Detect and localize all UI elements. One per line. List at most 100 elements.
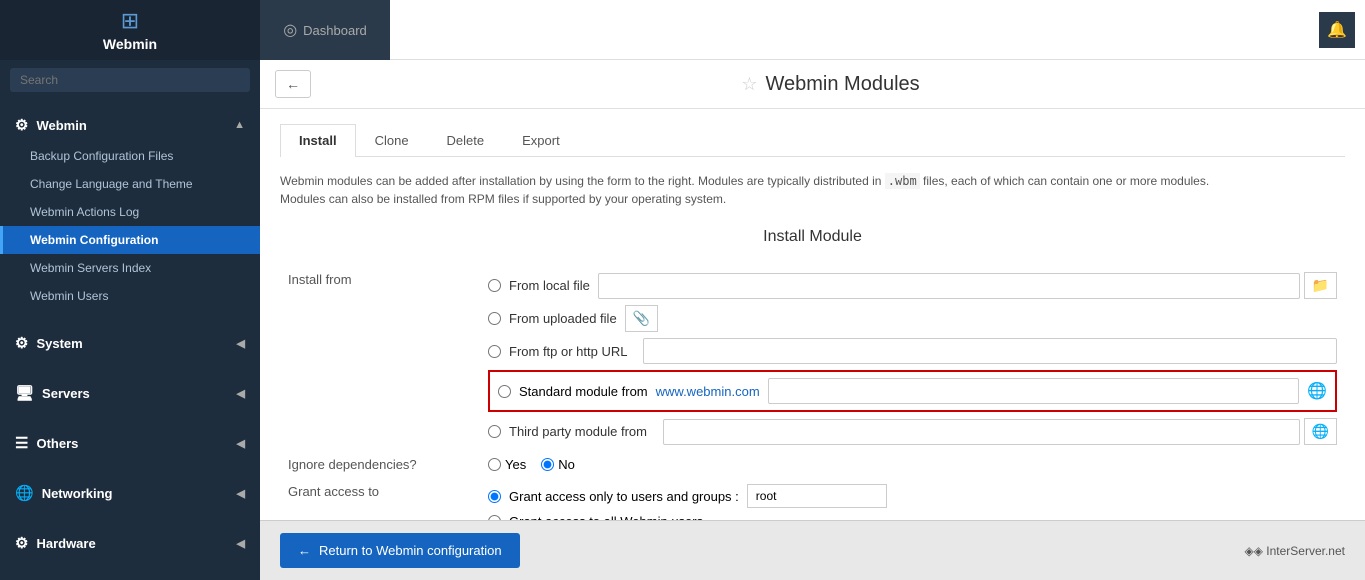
hardware-section-chevron: ◀ — [237, 537, 245, 550]
grant-access-radio-group: Grant access only to users and groups : … — [488, 484, 1337, 520]
back-button[interactable]: ← — [275, 70, 311, 98]
dashboard-icon: ◎ — [283, 20, 297, 40]
tab-delete[interactable]: Delete — [428, 124, 504, 156]
page-title-area: ☆ Webmin Modules — [311, 73, 1350, 96]
ignore-deps-row: Ignore dependencies? Yes No — [280, 451, 1345, 478]
sidebar-section-webmin-header[interactable]: ⚙ Webmin ▲ — [0, 108, 260, 142]
sidebar-section-hardware-label: Hardware — [36, 536, 95, 551]
sidebar-section-servers-header[interactable]: 🖥 Servers ◀ — [0, 376, 260, 410]
third-party-globe-button[interactable]: 🌐 — [1304, 418, 1337, 445]
grant-access-options: Grant access only to users and groups : … — [480, 478, 1345, 520]
sidebar-section-servers-label: Servers — [42, 386, 90, 401]
sidebar-section-system: ⚙ System ◀ — [0, 318, 260, 368]
grant-specific-radio[interactable] — [488, 490, 501, 503]
ftp-url-radio[interactable] — [488, 345, 501, 358]
grant-access-row: Grant access to Grant access only to use… — [280, 478, 1345, 520]
grant-access-label: Grant access to — [280, 478, 480, 520]
sidebar-item-backup-config[interactable]: Backup Configuration Files — [0, 142, 260, 170]
uploaded-file-label: From uploaded file — [509, 311, 617, 326]
sidebar-item-webmin-servers[interactable]: Webmin Servers Index — [0, 254, 260, 282]
sidebar-section-hardware-header[interactable]: ⚙ Hardware ◀ — [0, 526, 260, 560]
webmin-section-icon: ⚙ — [15, 116, 28, 134]
search-input[interactable] — [10, 68, 250, 92]
ignore-deps-yes-label: Yes — [505, 457, 526, 472]
sidebar-section-system-label: System — [36, 336, 82, 351]
third-party-label: Third party module from — [509, 424, 647, 439]
servers-section-chevron: ◀ — [237, 387, 245, 400]
standard-module-input[interactable] — [768, 378, 1299, 404]
search-box — [0, 60, 260, 100]
others-section-icon: ☰ — [15, 434, 28, 452]
grant-specific-row: Grant access only to users and groups : — [488, 484, 1337, 508]
third-party-input-group: 🌐 — [663, 418, 1337, 445]
sidebar-section-cluster-header[interactable]: ◈ Cluster ◀ — [0, 576, 260, 580]
ftp-url-input[interactable] — [643, 338, 1337, 364]
dashboard-tab[interactable]: ◎ Dashboard — [260, 0, 390, 60]
others-section-chevron: ◀ — [237, 437, 245, 450]
webmin-brand: ⊞ Webmin — [0, 0, 260, 60]
servers-section-icon: 🖥 — [15, 384, 34, 402]
local-file-input[interactable] — [598, 273, 1300, 299]
install-from-label: Install from — [280, 266, 480, 451]
ignore-deps-options: Yes No — [480, 451, 1345, 478]
webmin-com-link[interactable]: www.webmin.com — [656, 384, 760, 399]
hardware-section-icon: ⚙ — [15, 534, 28, 552]
standard-module-radio[interactable] — [498, 385, 511, 398]
sidebar-section-networking-header[interactable]: 🌐 Networking ◀ — [0, 476, 260, 510]
content-body: Install Clone Delete Export Webmin modul… — [260, 109, 1365, 520]
local-file-input-group: 📁 — [598, 272, 1337, 299]
sidebar-section-others-header[interactable]: ☰ Others ◀ — [0, 426, 260, 460]
uploaded-file-button[interactable]: 📎 — [625, 305, 658, 332]
sidebar-section-system-header[interactable]: ⚙ System ◀ — [0, 326, 260, 360]
sidebar-item-change-lang[interactable]: Change Language and Theme — [0, 170, 260, 198]
sidebar-section-others-label: Others — [36, 436, 78, 451]
ignore-deps-yes-radio[interactable] — [488, 458, 501, 471]
ignore-deps-no-group: No — [541, 457, 575, 472]
networking-section-icon: 🌐 — [15, 484, 34, 502]
sidebar-item-webmin-actions[interactable]: Webmin Actions Log — [0, 198, 260, 226]
grant-users-input[interactable] — [747, 484, 887, 508]
uploaded-file-input-group: 📎 — [625, 305, 658, 332]
tab-install[interactable]: Install — [280, 124, 356, 157]
webmin-logo-text: Webmin — [103, 36, 157, 52]
favorite-star-icon[interactable]: ☆ — [741, 74, 757, 95]
uploaded-file-radio[interactable] — [488, 312, 501, 325]
sidebar-section-others: ☰ Others ◀ — [0, 418, 260, 468]
return-button[interactable]: ← Return to Webmin configuration — [280, 533, 520, 568]
dashboard-label: Dashboard — [303, 23, 367, 38]
sidebar-item-webmin-users[interactable]: Webmin Users — [0, 282, 260, 310]
sidebar-section-webmin: ⚙ Webmin ▲ Backup Configuration Files Ch… — [0, 100, 260, 318]
tab-export[interactable]: Export — [503, 124, 579, 156]
sidebar-section-webmin-label: Webmin — [36, 118, 86, 133]
third-party-input[interactable] — [663, 419, 1300, 445]
footer-logo-icon: ◈◈ — [1244, 544, 1262, 558]
app-wrapper: ⊞ Webmin ◎ Dashboard 🔔 ⚙ Webmin ▲ — [0, 0, 1365, 580]
ignore-deps-no-radio[interactable] — [541, 458, 554, 471]
standard-module-globe-icon: 🌐 — [1307, 381, 1327, 401]
system-section-icon: ⚙ — [15, 334, 28, 352]
sidebar-item-webmin-config[interactable]: Webmin Configuration — [0, 226, 260, 254]
standard-module-label: Standard module from — [519, 384, 648, 399]
notification-bell-button[interactable]: 🔔 — [1319, 12, 1355, 48]
ignore-deps-no-label: No — [558, 457, 575, 472]
local-file-row: From local file 📁 — [488, 272, 1337, 299]
sidebar-section-servers: 🖥 Servers ◀ — [0, 368, 260, 418]
third-party-radio[interactable] — [488, 425, 501, 438]
local-file-browse-button[interactable]: 📁 — [1304, 272, 1337, 299]
ignore-deps-label: Ignore dependencies? — [280, 451, 480, 478]
tabs: Install Clone Delete Export — [280, 124, 1345, 157]
install-form: Install from From local file — [280, 266, 1345, 520]
ftp-url-label: From ftp or http URL — [509, 344, 627, 359]
content-header: ← ☆ Webmin Modules — [260, 60, 1365, 109]
third-party-row: Third party module from 🌐 — [488, 418, 1337, 445]
tab-clone[interactable]: Clone — [356, 124, 428, 156]
install-from-radio-group: From local file 📁 — [488, 272, 1337, 445]
content-area: ← ☆ Webmin Modules Install Clone Delete … — [260, 60, 1365, 580]
install-from-options: From local file 📁 — [480, 266, 1345, 451]
sidebar-section-networking-label: Networking — [42, 486, 113, 501]
footer-logo: ◈◈ InterServer.net — [1244, 544, 1345, 558]
local-file-label: From local file — [509, 278, 590, 293]
sidebar-section-networking: 🌐 Networking ◀ — [0, 468, 260, 518]
local-file-radio[interactable] — [488, 279, 501, 292]
sidebar-section-hardware: ⚙ Hardware ◀ — [0, 518, 260, 568]
